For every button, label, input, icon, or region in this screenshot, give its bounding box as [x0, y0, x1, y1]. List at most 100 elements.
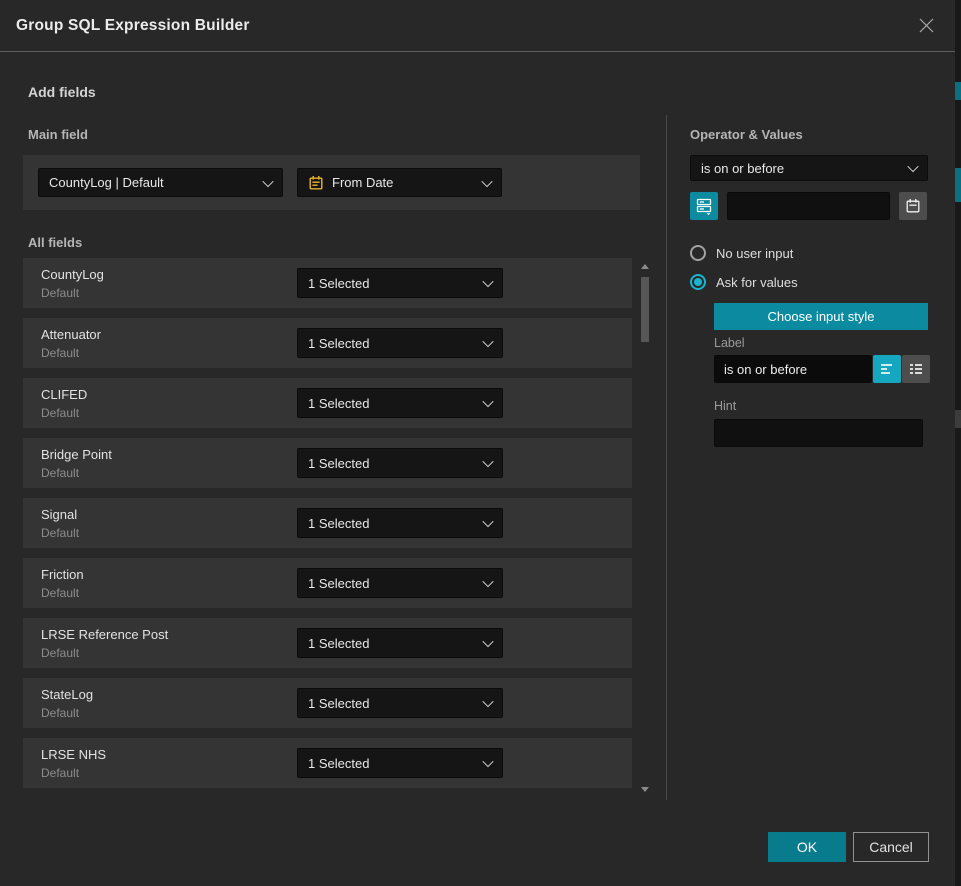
chevron-down-icon: [482, 696, 493, 707]
all-fields-list: CountyLog Default 1 Selected Attenuator …: [23, 258, 632, 798]
close-icon: [918, 17, 935, 34]
field-selected-dropdown-label: 1 Selected: [308, 276, 476, 291]
dialog-titlebar: Group SQL Expression Builder: [0, 0, 955, 52]
group-sql-expression-builder-dialog: Group SQL Expression Builder Add fields …: [0, 0, 955, 886]
radio-circle-icon: [690, 245, 706, 261]
field-selected-dropdown[interactable]: 1 Selected: [297, 448, 503, 478]
scrollbar-thumb[interactable]: [641, 277, 649, 342]
layer-select-value: CountyLog | Default: [49, 175, 256, 190]
calendar-icon: [308, 175, 324, 191]
chevron-down-icon: [482, 336, 493, 347]
input-style-text-button[interactable]: [873, 355, 901, 383]
field-sublabel: Default: [41, 466, 79, 480]
chevron-down-icon: [482, 516, 493, 527]
field-selected-dropdown-label: 1 Selected: [308, 636, 476, 651]
close-button[interactable]: [914, 13, 939, 38]
field-selected-dropdown[interactable]: 1 Selected: [297, 388, 503, 418]
dialog-title: Group SQL Expression Builder: [16, 17, 250, 35]
chevron-down-icon: [481, 175, 492, 186]
field-selected-dropdown[interactable]: 1 Selected: [297, 268, 503, 298]
cancel-button[interactable]: Cancel: [853, 832, 929, 862]
field-selected-dropdown-label: 1 Selected: [308, 396, 476, 411]
ok-button[interactable]: OK: [768, 832, 846, 862]
field-selected-dropdown-label: 1 Selected: [308, 696, 476, 711]
add-fields-heading: Add fields: [28, 84, 96, 100]
unique-values-button[interactable]: [690, 192, 718, 220]
field-name: LRSE NHS: [41, 747, 106, 762]
field-row: LRSE NHS Default 1 Selected: [23, 738, 632, 788]
operator-select[interactable]: is on or before: [690, 155, 928, 181]
field-name: LRSE Reference Post: [41, 627, 168, 642]
field-selected-dropdown-label: 1 Selected: [308, 456, 476, 471]
chevron-down-icon: [482, 636, 493, 647]
scrollbar-up-arrow-icon[interactable]: [641, 264, 649, 269]
layer-select[interactable]: CountyLog | Default: [38, 168, 283, 197]
field-name: Attenuator: [41, 327, 101, 342]
main-field-panel: CountyLog | Default From Date: [23, 155, 640, 210]
field-sublabel: Default: [41, 286, 79, 300]
field-selected-dropdown[interactable]: 1 Selected: [297, 688, 503, 718]
field-row: CLIFED Default 1 Selected: [23, 378, 632, 428]
date-picker-button[interactable]: [899, 192, 927, 220]
field-name: CLIFED: [41, 387, 87, 402]
field-selected-dropdown[interactable]: 1 Selected: [297, 508, 503, 538]
field-row: CountyLog Default 1 Selected: [23, 258, 632, 308]
field-selected-dropdown[interactable]: 1 Selected: [297, 748, 503, 778]
chevron-down-icon: [482, 276, 493, 287]
background-accent-segment: [955, 82, 961, 100]
main-field-heading: Main field: [28, 127, 88, 142]
input-style-list-button[interactable]: [902, 355, 930, 383]
field-selected-dropdown[interactable]: 1 Selected: [297, 628, 503, 658]
value-input[interactable]: [727, 192, 890, 220]
label-input-row: [714, 355, 930, 383]
value-input-row: [690, 192, 927, 220]
scrollbar-down-arrow-icon[interactable]: [641, 787, 649, 792]
field-selected-dropdown-label: 1 Selected: [308, 336, 476, 351]
chevron-down-icon: [907, 161, 918, 172]
field-row: Attenuator Default 1 Selected: [23, 318, 632, 368]
background-accent-segment: [955, 168, 961, 202]
field-selected-dropdown-label: 1 Selected: [308, 516, 476, 531]
field-name: Friction: [41, 567, 84, 582]
field-name: Signal: [41, 507, 77, 522]
field-sublabel: Default: [41, 586, 79, 600]
choose-input-style-button[interactable]: Choose input style: [714, 303, 928, 330]
all-fields-heading: All fields: [28, 235, 82, 250]
main-field-select-value: From Date: [332, 175, 475, 190]
field-name: Bridge Point: [41, 447, 112, 462]
chevron-down-icon: [482, 456, 493, 467]
hint-heading: Hint: [714, 399, 736, 413]
field-selected-dropdown[interactable]: 1 Selected: [297, 568, 503, 598]
field-row: StateLog Default 1 Selected: [23, 678, 632, 728]
field-sublabel: Default: [41, 406, 79, 420]
vertical-divider: [666, 115, 667, 800]
label-heading: Label: [714, 336, 745, 350]
field-sublabel: Default: [41, 346, 79, 360]
field-row: LRSE Reference Post Default 1 Selected: [23, 618, 632, 668]
operator-select-value: is on or before: [701, 161, 901, 176]
field-sublabel: Default: [41, 766, 79, 780]
field-name: CountyLog: [41, 267, 104, 282]
radio-selected-icon: [690, 274, 706, 290]
field-sublabel: Default: [41, 646, 79, 660]
chevron-down-icon: [482, 576, 493, 587]
chevron-down-icon: [482, 756, 493, 767]
field-selected-dropdown-label: 1 Selected: [308, 756, 476, 771]
label-input[interactable]: [714, 355, 872, 383]
main-field-select[interactable]: From Date: [297, 168, 502, 197]
radio-no-user-input[interactable]: No user input: [690, 245, 793, 261]
background-app-strip: [955, 0, 961, 886]
radio-ask-for-values-label: Ask for values: [716, 275, 798, 290]
background-accent-segment: [955, 410, 961, 428]
field-selected-dropdown[interactable]: 1 Selected: [297, 328, 503, 358]
field-sublabel: Default: [41, 526, 79, 540]
align-left-icon: [879, 361, 895, 377]
hint-input[interactable]: [714, 419, 923, 447]
field-selected-dropdown-label: 1 Selected: [308, 576, 476, 591]
field-row: Signal Default 1 Selected: [23, 498, 632, 548]
chevron-down-icon: [262, 175, 273, 186]
radio-ask-for-values[interactable]: Ask for values: [690, 274, 798, 290]
list-scrollbar[interactable]: [640, 260, 650, 794]
radio-no-user-input-label: No user input: [716, 246, 793, 261]
field-row: Bridge Point Default 1 Selected: [23, 438, 632, 488]
